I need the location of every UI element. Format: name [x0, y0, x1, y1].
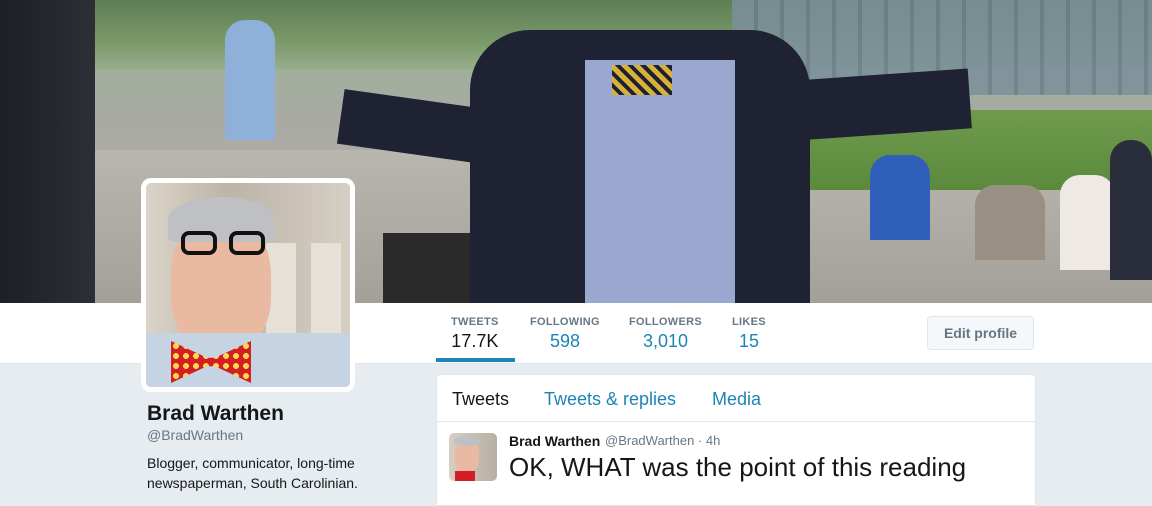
- profile-name[interactable]: Brad Warthen: [147, 402, 284, 426]
- tweet-author-handle[interactable]: @BradWarthen: [605, 433, 694, 448]
- tab-tweets-replies[interactable]: Tweets & replies: [544, 389, 676, 410]
- tab-tweets[interactable]: Tweets: [452, 389, 509, 410]
- photo-bystander: [225, 20, 275, 140]
- stat-tweets[interactable]: TWEETS 17.7K: [451, 316, 499, 352]
- tweet-timestamp[interactable]: 4h: [706, 433, 720, 448]
- photo-bystander: [1060, 175, 1115, 270]
- timeline-tabs: Tweets Tweets & replies Media: [437, 375, 1035, 422]
- stat-likes[interactable]: LIKES 15: [732, 316, 766, 352]
- tweet-meta: @BradWarthen · 4h: [605, 433, 720, 448]
- photo-subject-bowtie: [612, 65, 672, 95]
- stat-value: 598: [549, 331, 580, 351]
- stat-value: 3,010: [642, 331, 689, 351]
- tweet-text: OK, WHAT was the point of this reading: [509, 452, 967, 482]
- profile-handle[interactable]: @BradWarthen: [147, 427, 243, 443]
- stat-label: TWEETS: [451, 316, 499, 328]
- photo-foreground-person: [0, 0, 95, 303]
- profile-bio: Blogger, communicator, long-time newspap…: [147, 455, 358, 491]
- tweet-separator: ·: [697, 433, 703, 448]
- stat-label: FOLLOWERS: [629, 316, 702, 328]
- photo-subject-shirt: [585, 60, 735, 303]
- photo-bystander: [975, 185, 1045, 260]
- tweet-avatar[interactable]: [449, 433, 497, 481]
- stat-value: 15: [738, 331, 759, 351]
- stat-label: FOLLOWING: [530, 316, 600, 328]
- timeline: Tweets Tweets & replies Media Brad Warth…: [436, 374, 1036, 506]
- profile-avatar[interactable]: [141, 178, 355, 392]
- tab-media[interactable]: Media: [712, 389, 761, 410]
- stat-value: 17.7K: [451, 331, 499, 351]
- stat-followers[interactable]: FOLLOWERS 3,010: [629, 316, 702, 352]
- tweet-item[interactable]: Brad Warthen @BradWarthen · 4h OK, WHAT …: [437, 422, 1035, 502]
- photo-bystander: [870, 155, 930, 240]
- photo-bystander: [1110, 140, 1152, 280]
- edit-profile-button[interactable]: Edit profile: [927, 316, 1034, 350]
- active-stat-underline: [436, 358, 515, 362]
- tweet-author-name[interactable]: Brad Warthen: [509, 433, 600, 449]
- stat-label: LIKES: [732, 316, 766, 328]
- avatar-glasses: [181, 231, 271, 257]
- stat-following[interactable]: FOLLOWING 598: [530, 316, 600, 352]
